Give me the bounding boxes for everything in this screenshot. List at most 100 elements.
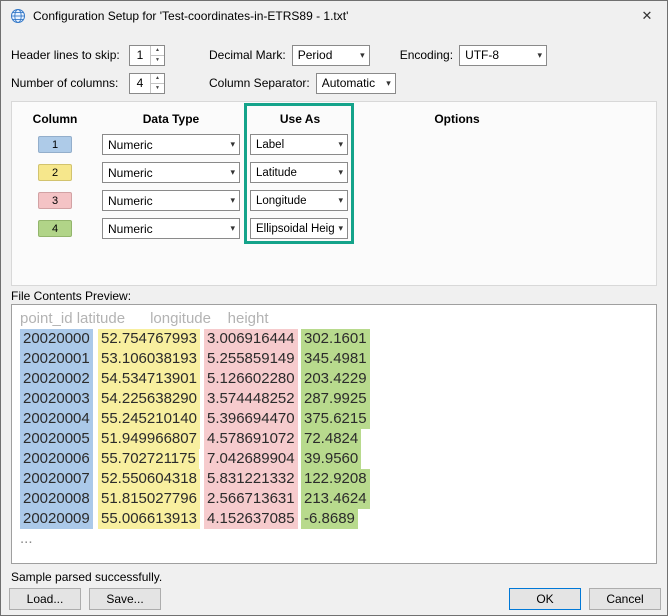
column-config-rows: 1 Numeric ▾ Label ▾ 2 Numeric ▾ (38, 134, 348, 246)
use-as-value: Longitude (256, 195, 307, 207)
preview-longitude: 2.566713631 (204, 489, 298, 509)
preview-latitude: 51.949966807 (98, 429, 200, 449)
preview-height: 302.1601 (301, 329, 370, 349)
settings-row-1: Header lines to skip: 1 ▲ ▼ Decimal Mark… (11, 44, 547, 66)
data-type-select[interactable]: Numeric ▾ (102, 134, 240, 155)
preview-latitude: 54.534713901 (98, 369, 200, 389)
preview-row: 20020003 54.225638290 3.574448252 287.99… (20, 389, 648, 409)
chevron-down-icon: ▾ (230, 223, 235, 234)
preview-longitude: 5.396694470 (204, 409, 298, 429)
number-of-columns-spinner[interactable]: 4 ▲ ▼ (129, 73, 165, 94)
data-type-select[interactable]: Numeric ▾ (102, 162, 240, 183)
options-header: Options (382, 112, 532, 126)
window-title: Configuration Setup for 'Test-coordinate… (33, 9, 348, 23)
preview-point-id: 20020007 (20, 469, 93, 489)
column-number-badge: 4 (38, 220, 72, 237)
header-lines-label: Header lines to skip: (11, 48, 129, 62)
chevron-down-icon: ▾ (338, 195, 343, 206)
preview-point-id: 20020005 (20, 429, 93, 449)
spin-up-icon[interactable]: ▲ (151, 46, 164, 56)
preview-row: 20020004 55.245210140 5.396694470 375.62… (20, 409, 648, 429)
preview-label: File Contents Preview: (11, 289, 131, 303)
chevron-down-icon: ▾ (230, 139, 235, 150)
data-type-select[interactable]: Numeric ▾ (102, 218, 240, 239)
data-type-select[interactable]: Numeric ▾ (102, 190, 240, 211)
preview-height: 39.9560 (301, 449, 361, 469)
preview-latitude: 54.225638290 (98, 389, 200, 409)
preview-longitude: 5.126602280 (204, 369, 298, 389)
decimal-mark-label: Decimal Mark: (209, 48, 286, 62)
ok-button[interactable]: OK (509, 588, 581, 610)
preview-point-id: 20020000 (20, 329, 93, 349)
preview-row: 20020008 51.815027796 2.566713631 213.46… (20, 489, 648, 509)
preview-point-id: 20020004 (20, 409, 93, 429)
data-type-header: Data Type (102, 112, 240, 126)
preview-row: 20020005 51.949966807 4.578691072 72.482… (20, 429, 648, 449)
configuration-setup-dialog: Configuration Setup for 'Test-coordinate… (0, 0, 668, 616)
preview-row: 20020007 52.550604318 5.831221332 122.92… (20, 469, 648, 489)
use-as-value: Latitude (256, 167, 297, 179)
preview-row: 20020006 55.702721175 7.042689904 39.956… (20, 449, 648, 469)
spin-down-icon[interactable]: ▼ (151, 56, 164, 65)
preview-height: -6.8689 (301, 509, 358, 529)
preview-latitude: 55.702721175 (98, 449, 199, 469)
header-lines-value: 1 (130, 46, 150, 65)
file-contents-preview[interactable]: point_id latitude longitude height 20020… (11, 304, 657, 564)
number-of-columns-value: 4 (130, 74, 150, 93)
spinner-buttons: ▲ ▼ (150, 74, 164, 93)
preview-longitude: 3.574448252 (204, 389, 298, 409)
use-as-select[interactable]: Ellipsoidal Height ▾ (250, 218, 348, 239)
use-as-select[interactable]: Label ▾ (250, 134, 348, 155)
close-icon[interactable]: ✕ (627, 1, 667, 31)
use-as-select[interactable]: Longitude ▾ (250, 190, 348, 211)
column-separator-value: Automatic (322, 76, 375, 90)
preview-latitude: 55.006613913 (98, 509, 200, 529)
preview-point-id: 20020006 (20, 449, 93, 469)
column-config-row: 2 Numeric ▾ Latitude ▾ (38, 162, 348, 183)
data-type-value: Numeric (108, 138, 153, 152)
decimal-mark-select[interactable]: Period ▾ (292, 45, 370, 66)
spin-down-icon[interactable]: ▼ (151, 84, 164, 93)
spin-up-icon[interactable]: ▲ (151, 74, 164, 84)
preview-height: 287.9925 (301, 389, 370, 409)
globe-icon (10, 8, 26, 24)
columns-config-panel: Column Data Type Use As Options 1 Numeri… (11, 101, 657, 286)
use-as-select[interactable]: Latitude ▾ (250, 162, 348, 183)
preview-longitude: 3.006916444 (204, 329, 298, 349)
preview-latitude: 52.754767993 (98, 329, 200, 349)
header-lines-spinner[interactable]: 1 ▲ ▼ (129, 45, 165, 66)
preview-point-id: 20020002 (20, 369, 93, 389)
preview-height: 122.9208 (301, 469, 370, 489)
save-button[interactable]: Save... (89, 588, 161, 610)
chevron-down-icon: ▾ (230, 195, 235, 206)
preview-point-id: 20020001 (20, 349, 93, 369)
use-as-value: Label (256, 139, 284, 151)
preview-longitude: 4.152637085 (204, 509, 298, 529)
column-config-row: 3 Numeric ▾ Longitude ▾ (38, 190, 348, 211)
preview-point-id: 20020009 (20, 509, 93, 529)
preview-row: 20020000 52.754767993 3.006916444 302.16… (20, 329, 648, 349)
preview-point-id: 20020008 (20, 489, 93, 509)
preview-height: 375.6215 (301, 409, 370, 429)
load-button[interactable]: Load... (9, 588, 81, 610)
preview-latitude: 53.106038193 (98, 349, 200, 369)
preview-row: 20020001 53.106038193 5.255859149 345.49… (20, 349, 648, 369)
column-separator-select[interactable]: Automatic ▾ (316, 73, 396, 94)
encoding-select[interactable]: UTF-8 ▾ (459, 45, 547, 66)
cancel-button[interactable]: Cancel (589, 588, 661, 610)
chevron-down-icon: ▾ (338, 223, 343, 234)
preview-longitude: 7.042689904 (204, 449, 298, 469)
preview-latitude: 51.815027796 (98, 489, 200, 509)
column-separator-label: Column Separator: (209, 76, 310, 90)
chevron-down-icon: ▾ (360, 50, 365, 61)
preview-row: 20020009 55.006613913 4.152637085 -6.868… (20, 509, 648, 529)
decimal-mark-value: Period (298, 48, 333, 62)
preview-height: 203.4229 (301, 369, 370, 389)
column-number-badge: 2 (38, 164, 72, 181)
data-type-value: Numeric (108, 166, 153, 180)
column-number-badge: 3 (38, 192, 72, 209)
chevron-down-icon: ▾ (338, 167, 343, 178)
use-as-header: Use As (245, 112, 355, 126)
column-config-row: 4 Numeric ▾ Ellipsoidal Height ▾ (38, 218, 348, 239)
preview-height: 72.4824 (301, 429, 361, 449)
